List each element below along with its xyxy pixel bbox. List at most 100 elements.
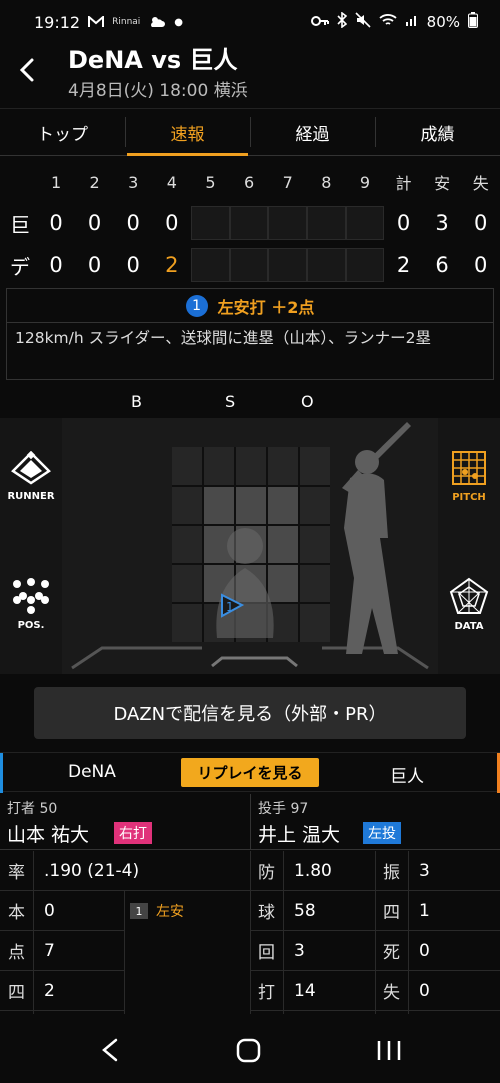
stat-key: 球: [258, 903, 275, 923]
status-time: 19:12: [34, 12, 81, 32]
divider: [33, 851, 34, 1014]
balls-label: B: [131, 392, 142, 411]
stat-key: 回: [258, 943, 275, 963]
team-toggle-bar: DeNA リプレイを見る 巨人: [0, 752, 500, 793]
batter-label: 打者 50: [7, 801, 58, 817]
stat-key: 四: [383, 903, 400, 923]
inning-score: 2: [165, 253, 179, 277]
replay-button[interactable]: リプレイを見る: [181, 758, 319, 787]
divider: [124, 891, 125, 1014]
runs-total: 2: [396, 253, 411, 277]
stat-value: 1.80: [294, 860, 332, 881]
inning-score: 0: [87, 253, 102, 277]
strike-zone-graphic: 1: [71, 422, 429, 670]
inning-score: [229, 248, 269, 282]
inning-score: [345, 248, 385, 282]
stat-key: 点: [8, 943, 25, 963]
pos-label: POS.: [17, 619, 45, 631]
batter-silhouette: [342, 422, 411, 654]
inning-score: 0: [87, 211, 102, 235]
inning-score: [268, 206, 307, 240]
rinnai-icon: Rinnai: [112, 17, 141, 27]
batter-card[interactable]: 打者 50 山本 祐大 右打: [0, 794, 250, 850]
inning-score: 0: [165, 211, 179, 235]
bluetooth-icon: [337, 11, 347, 32]
play-number-badge: 1: [185, 294, 208, 317]
play-description: 128km/h スライダー、送球間に進塁（山本）、ランナー2塁: [15, 329, 431, 347]
inning-score: [229, 206, 269, 240]
stat-key: 振: [383, 863, 400, 883]
away-team-tab[interactable]: 巨人: [390, 762, 424, 787]
inning-score: 0: [126, 211, 140, 235]
inning-score: [268, 248, 307, 282]
pitcher-stat-row: 死 0: [375, 931, 500, 971]
ball-strike-out-count: B S O: [0, 392, 500, 414]
inning-header: 4: [166, 172, 177, 192]
stat-key: 失: [383, 983, 400, 1003]
divider: [375, 851, 376, 1014]
weather-icon: [148, 13, 166, 32]
throwing-hand-badge: 左投: [363, 822, 401, 844]
data-button[interactable]: DATA: [438, 556, 500, 652]
inning-header: 7: [282, 172, 293, 192]
back-arrow-icon[interactable]: [14, 52, 42, 88]
pitcher-card[interactable]: 投手 97 井上 温大 左投: [250, 794, 500, 850]
pitcher-stat-row: 四 1: [375, 891, 500, 931]
pitch-marker-number: 1: [226, 600, 234, 614]
stat-key: 率: [8, 863, 25, 883]
diamond-icon: [11, 450, 51, 485]
inning-header: 1: [50, 172, 62, 192]
runner-label: RUNNER: [7, 490, 55, 502]
stat-key: 四: [8, 983, 25, 1003]
inning-score: [191, 248, 230, 282]
home-team-tab[interactable]: DeNA: [68, 762, 116, 782]
signal-icon: [405, 13, 419, 31]
wifi-icon: [379, 13, 397, 31]
team-abbr: デ: [10, 254, 30, 279]
nav-home-icon[interactable]: [236, 1038, 261, 1063]
at-bat-result-text: 左安: [156, 904, 184, 920]
inning-score: 0: [49, 211, 63, 235]
inning-score: [306, 248, 346, 282]
tab-top[interactable]: トップ: [0, 109, 125, 155]
inning-header: 6: [243, 172, 255, 192]
team-abbr: 巨: [10, 212, 30, 237]
right-controls: PITCH DATA: [438, 418, 500, 674]
inning-header: 2: [89, 172, 100, 192]
batter-stat-row: 率 .190 (21-4): [0, 851, 250, 891]
system-nav-bar: [0, 1016, 500, 1083]
batter-name: 山本 祐大: [7, 824, 90, 846]
pitcher-stat-row: 防 1.80: [250, 851, 375, 891]
errors-total: 0: [474, 211, 488, 235]
key-icon: [310, 13, 329, 31]
total-header: 失: [472, 174, 489, 193]
total-header: 計: [395, 174, 412, 193]
tab-stats[interactable]: 成績: [375, 109, 500, 155]
batter-stat-row: 本 0: [0, 891, 124, 931]
strikes-label: S: [225, 392, 236, 411]
nav-recents-icon[interactable]: [377, 1041, 401, 1060]
scoreboard-row-away: 巨 0 0 0 0 0 3 0: [0, 204, 500, 242]
position-button[interactable]: POS.: [0, 556, 62, 652]
pitch-button[interactable]: PITCH: [438, 428, 500, 524]
divider: [283, 851, 284, 1014]
nav-back-icon[interactable]: [102, 1038, 118, 1062]
pitch-label: PITCH: [452, 491, 486, 503]
battery-percent: 80%: [426, 13, 460, 31]
dazn-stream-button[interactable]: DAZNで配信を見る（外部・PR）: [34, 687, 466, 739]
scoreboard: 1 2 3 4 5 6 7 8 9 計 安 失 巨 0 0 0 0 0 3 0 …: [0, 164, 500, 284]
pitch-grid-icon: [452, 450, 486, 485]
radar-chart-icon: [449, 577, 489, 614]
tab-live[interactable]: 速報: [125, 109, 250, 156]
hits-total: 3: [435, 211, 449, 235]
hits-total: 6: [435, 253, 449, 277]
runner-button[interactable]: RUNNER: [0, 428, 62, 524]
positions-icon: [13, 577, 49, 614]
player-stats: 率 .190 (21-4) 本 0 点 7 四 2 1 左安 防 1.80 振 …: [0, 851, 500, 1014]
play-summary: 1 左安打 ＋2点 128km/h スライダー、送球間に進塁（山本）、ランナー2…: [6, 288, 494, 380]
at-bat-number: 1: [130, 903, 148, 919]
status-bar: 19:12 Rinnai ● 80%: [0, 0, 500, 44]
pitcher-stat-row: 失 0: [375, 971, 500, 1011]
divider: [408, 851, 409, 1014]
tab-progress[interactable]: 経過: [250, 109, 375, 155]
